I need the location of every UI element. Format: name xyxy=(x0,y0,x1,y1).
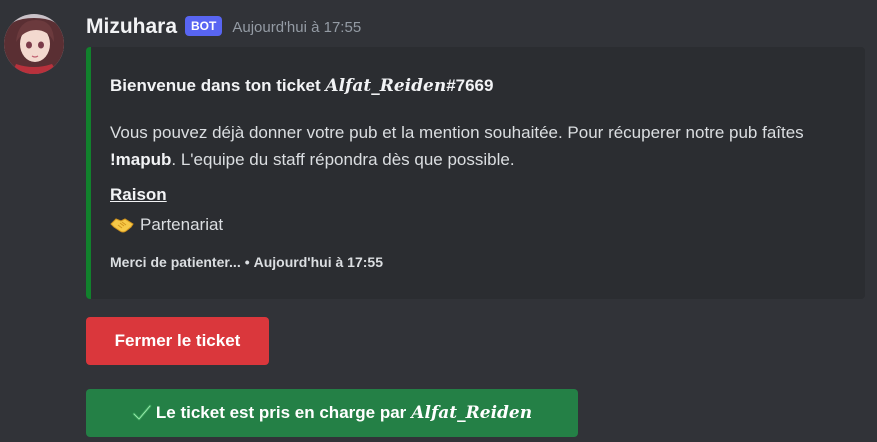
embed-description: Vous pouvez déjà donner votre pub et la … xyxy=(110,119,840,173)
username[interactable]: Mizuhara xyxy=(86,15,177,39)
embed-description-part2: . L'equipe du staff répondra dès que pos… xyxy=(171,150,515,169)
avatar[interactable] xyxy=(4,14,64,74)
close-ticket-button-label: Fermer le ticket xyxy=(114,331,241,350)
embed-description-part1: Vous pouvez déjà donner votre pub et la … xyxy=(110,123,804,142)
embed-field-value-text: Partenariat xyxy=(140,215,224,234)
ticket-claimed-username: 𝑨𝒍𝒇𝒂𝒕_𝑹𝒆𝒊𝒅𝒆𝒏 xyxy=(411,403,533,423)
anime-avatar-icon xyxy=(4,14,64,74)
close-ticket-button[interactable]: Fermer le ticket xyxy=(86,317,269,365)
bot-badge: BOT xyxy=(185,16,223,36)
handshake-icon xyxy=(110,215,134,235)
embed-field-value: Partenariat xyxy=(110,215,223,235)
embed-footer-timestamp: Aujourd'hui à 17:55 xyxy=(253,254,383,270)
chat-message: Mizuhara BOT Aujourd'hui à 17:55 Bienven… xyxy=(0,0,877,442)
embed-footer: Merci de patienter... • Aujourd'hui à 17:5… xyxy=(110,254,383,270)
embed-description-command: !mapub xyxy=(110,150,172,169)
message-timestamp: Aujourd'hui à 17:55 xyxy=(232,18,362,36)
embed-title-username: 𝑨𝒍𝒇𝒂𝒕_𝑹𝒆𝒊𝒅𝒆𝒏 xyxy=(325,76,447,96)
ticket-claimed-label: Le ticket est pris en charge par xyxy=(155,403,407,422)
message-header: Mizuhara BOT Aujourd'hui à 17:55 xyxy=(86,12,361,42)
embed-title: Bienvenue dans ton ticket 𝑨𝒍𝒇𝒂𝒕_𝑹𝒆𝒊𝒅𝒆𝒏#7… xyxy=(110,76,493,96)
embed-title-suffix: #7669 xyxy=(446,76,494,95)
embed-title-prefix: Bienvenue dans ton ticket xyxy=(110,76,326,95)
embed-footer-text: Merci de patienter... xyxy=(110,254,241,270)
embed: Bienvenue dans ton ticket 𝑨𝒍𝒇𝒂𝒕_𝑹𝒆𝒊𝒅𝒆𝒏#7… xyxy=(86,47,865,299)
ticket-claimed-button[interactable]: Le ticket est pris en charge par 𝑨𝒍𝒇𝒂𝒕_𝑹𝒆… xyxy=(86,389,578,437)
embed-field-name: Raison xyxy=(110,185,167,204)
checkmark-icon xyxy=(132,404,152,421)
embed-footer-separator: • xyxy=(244,254,250,270)
